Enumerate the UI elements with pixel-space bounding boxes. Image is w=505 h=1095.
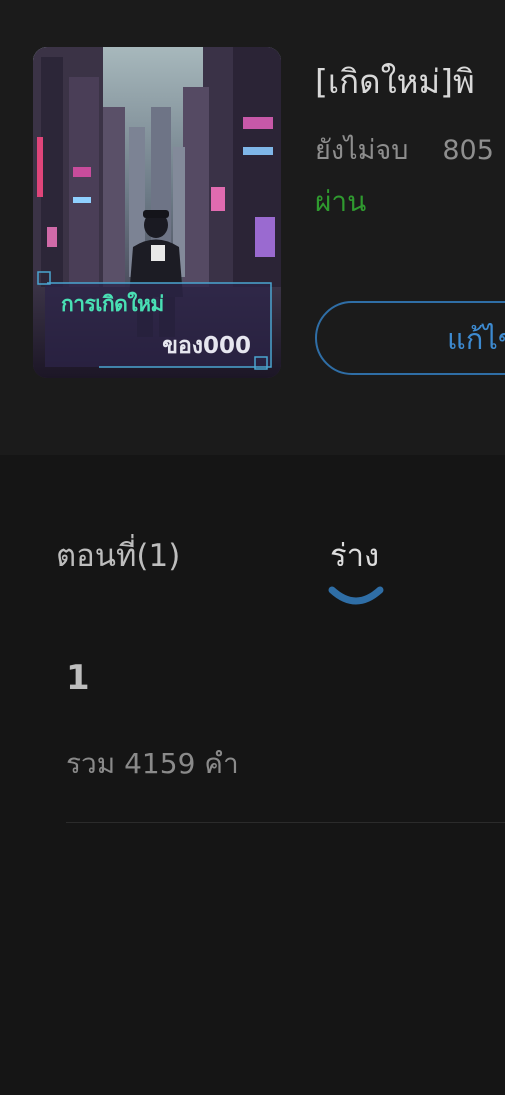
tab-drafts[interactable]: ร่าง [330,530,379,580]
progress-status: ยังไม่จบ [315,135,409,166]
book-title: [เกิดใหม่]พิ [315,62,475,101]
view-count: 805 [442,135,494,166]
tab-episodes[interactable]: ตอนที่(1) [56,530,180,580]
chapter-number: 1 [66,658,90,698]
book-cover-image[interactable]: การเกิดใหม่ ของ000 [33,47,281,378]
active-tab-indicator [328,586,384,605]
review-status: ผ่าน [315,185,367,218]
book-header-card: การเกิดใหม่ ของ000 [เกิดใหม่]พิ ยังไม่จบ… [0,0,505,455]
edit-button[interactable]: แก้ไข [315,301,505,375]
cover-title-line2: ของ000 [162,333,251,359]
book-meta: ยังไม่จบ 805 [315,128,494,171]
chapter-word-count: รวม 4159 คำ [66,747,239,780]
book-detail-screen: การเกิดใหม่ ของ000 [เกิดใหม่]พิ ยังไม่จบ… [0,0,505,1095]
divider [66,822,505,823]
cover-title-line1: การเกิดใหม่ [61,292,164,316]
cover-caption: การเกิดใหม่ ของ000 [57,282,271,366]
